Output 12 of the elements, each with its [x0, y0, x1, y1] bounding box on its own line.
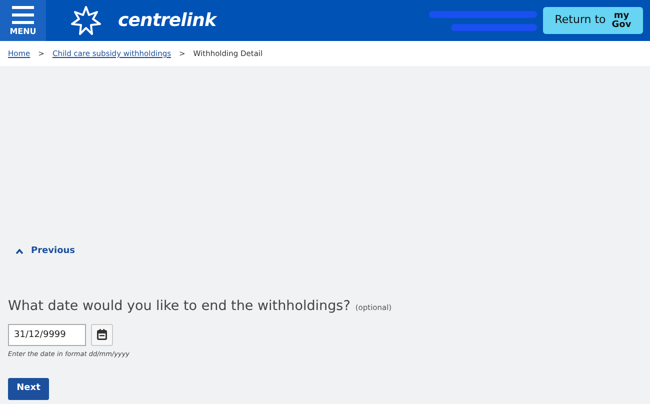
brand-name: centrelink [118, 9, 216, 33]
calendar-button[interactable] [91, 324, 113, 346]
menu-button[interactable]: MENU [0, 0, 46, 41]
question-label: What date would you like to end the withholdings? [8, 296, 350, 316]
date-field[interactable]: 31/12/9999 [8, 324, 86, 346]
next-button[interactable]: Next [8, 378, 49, 400]
star-logo-icon [70, 5, 102, 37]
mygov-logo: my Gov [612, 12, 632, 30]
chevron-up-icon [16, 249, 23, 254]
previous-link[interactable]: Previous [16, 245, 76, 258]
calendar-icon [97, 329, 107, 340]
menu-icon [12, 6, 34, 24]
